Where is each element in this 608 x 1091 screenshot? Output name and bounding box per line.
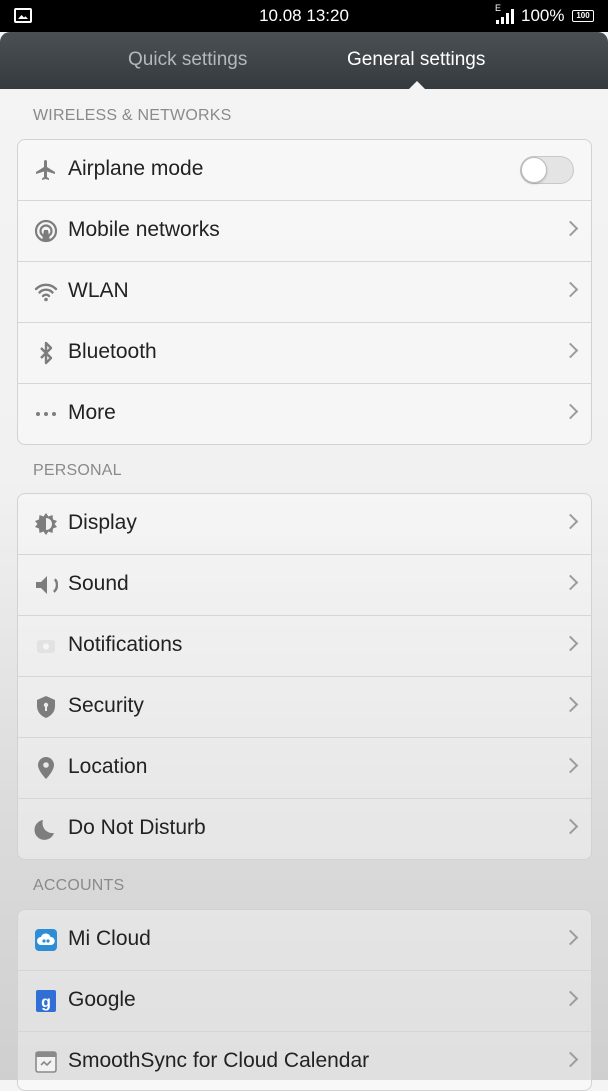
- settings-item-label: WLAN: [68, 279, 129, 302]
- settings-item-smoothsync[interactable]: SmoothSync for Cloud Calendar: [18, 1031, 591, 1090]
- chevron-right-icon: [562, 929, 579, 946]
- signal-strength-icon: [496, 8, 518, 24]
- location-pin-icon: [38, 757, 54, 779]
- settings-item-notifications[interactable]: Notifications: [18, 615, 591, 676]
- settings-item-airplane-mode[interactable]: Airplane mode: [18, 140, 591, 200]
- settings-item-security[interactable]: Security: [18, 676, 591, 737]
- chevron-right-icon: [562, 696, 579, 713]
- settings-item-label: Sound: [68, 572, 129, 595]
- settings-item-google[interactable]: g Google: [18, 970, 591, 1031]
- section-header-personal: PERSONAL: [33, 462, 122, 479]
- settings-item-label: Notifications: [68, 633, 183, 656]
- google-icon: g: [36, 990, 56, 1012]
- settings-item-location[interactable]: Location: [18, 737, 591, 798]
- section-header-wireless: WIRELESS & NETWORKS: [33, 107, 232, 124]
- mi-cloud-icon: [35, 929, 57, 951]
- section-header-accounts: ACCOUNTS: [33, 877, 125, 894]
- chevron-right-icon: [562, 220, 579, 237]
- settings-item-more[interactable]: More: [18, 383, 591, 444]
- settings-item-label: Bluetooth: [68, 340, 157, 363]
- more-dots-icon: [36, 412, 56, 416]
- settings-item-mi-cloud[interactable]: Mi Cloud: [18, 910, 591, 970]
- settings-item-label: Display: [68, 511, 137, 534]
- notifications-icon: [37, 640, 55, 653]
- chevron-right-icon: [562, 513, 579, 530]
- battery-percent: 100%: [521, 6, 565, 25]
- settings-item-label: Mi Cloud: [68, 927, 151, 950]
- shield-icon: [37, 696, 55, 718]
- wireless-group: Airplane mode Mobile networks WLAN Bluet…: [17, 139, 592, 445]
- tab-quick-settings[interactable]: Quick settings: [128, 49, 247, 71]
- chevron-right-icon: [562, 281, 579, 298]
- wifi-icon: [34, 283, 58, 302]
- settings-item-do-not-disturb[interactable]: Do Not Disturb: [18, 798, 591, 859]
- toggle-knob: [521, 157, 547, 183]
- status-bar: 10.08 13:20 E 100% 100: [0, 0, 608, 32]
- settings-item-label: Security: [68, 694, 144, 717]
- settings-item-label: Mobile networks: [68, 218, 220, 241]
- settings-item-label: Google: [68, 988, 136, 1011]
- battery-icon: 100: [572, 10, 594, 22]
- personal-group: Display Sound Notifications Security Loc…: [17, 493, 592, 860]
- chevron-right-icon: [562, 990, 579, 1007]
- bluetooth-icon: [40, 341, 53, 365]
- accounts-group: Mi Cloud g Google SmoothSync for Cloud C…: [17, 909, 592, 1091]
- settings-item-label: SmoothSync for Cloud Calendar: [68, 1049, 370, 1072]
- airplane-mode-toggle[interactable]: [520, 156, 574, 184]
- calendar-sync-icon: [35, 1051, 57, 1073]
- settings-item-label: Airplane mode: [68, 157, 204, 180]
- chevron-right-icon: [562, 403, 579, 420]
- mobile-networks-icon: [34, 219, 58, 243]
- settings-item-label: Location: [68, 755, 148, 778]
- settings-item-mobile-networks[interactable]: Mobile networks: [18, 200, 591, 261]
- chevron-right-icon: [562, 757, 579, 774]
- settings-item-label: More: [68, 401, 116, 424]
- settings-item-display[interactable]: Display: [18, 494, 591, 554]
- chevron-right-icon: [562, 1051, 579, 1068]
- airplane-icon: [36, 160, 55, 180]
- selected-tab-indicator: [408, 81, 426, 90]
- settings-tab-bar: Quick settings General settings: [0, 32, 608, 89]
- chevron-right-icon: [562, 635, 579, 652]
- settings-item-label: Do Not Disturb: [68, 816, 206, 839]
- settings-item-sound[interactable]: Sound: [18, 554, 591, 615]
- tab-general-settings[interactable]: General settings: [347, 49, 485, 71]
- chevron-right-icon: [562, 574, 579, 591]
- sound-icon: [36, 574, 58, 596]
- settings-item-bluetooth[interactable]: Bluetooth: [18, 322, 591, 383]
- svg-text:g: g: [41, 994, 51, 1011]
- settings-item-wlan[interactable]: WLAN: [18, 261, 591, 322]
- chevron-right-icon: [562, 342, 579, 359]
- display-brightness-icon: [35, 513, 57, 535]
- chevron-right-icon: [562, 818, 579, 835]
- moon-icon: [34, 820, 54, 840]
